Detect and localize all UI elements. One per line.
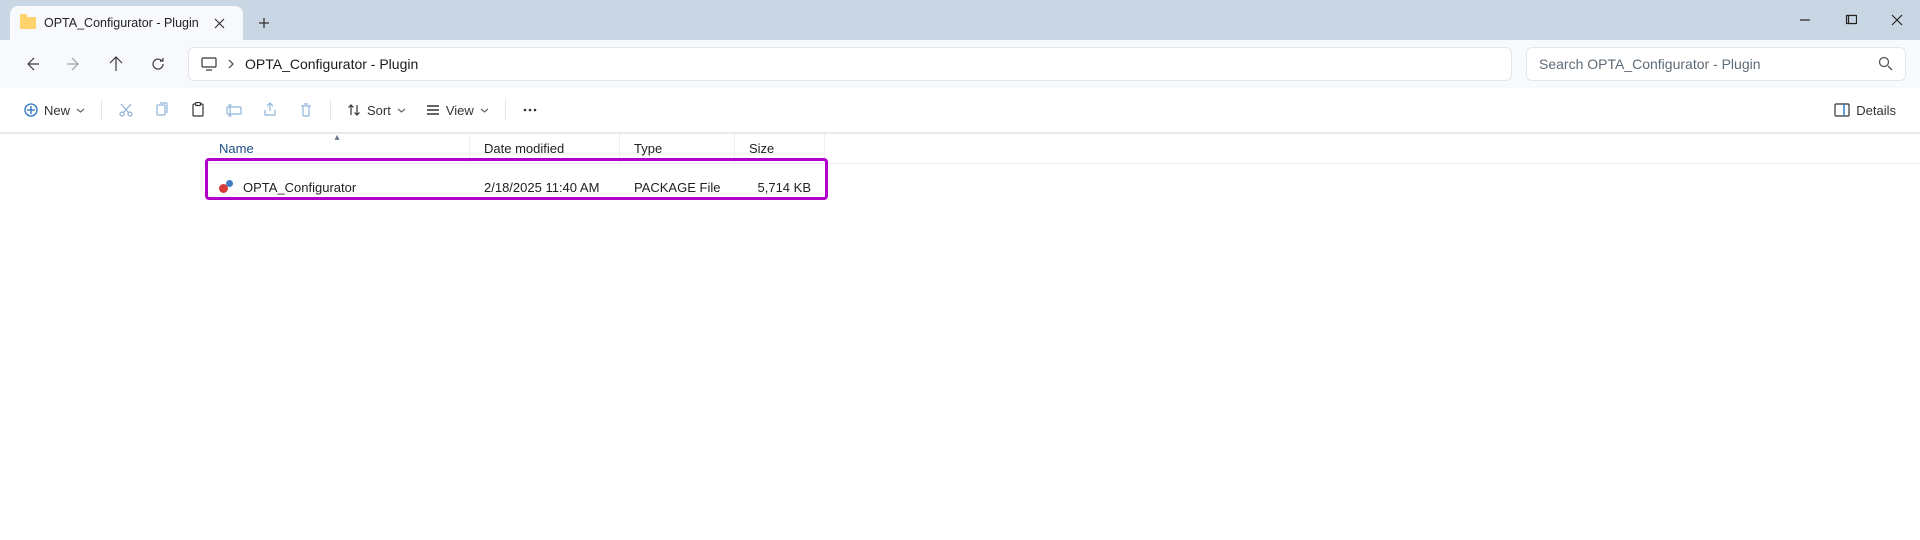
new-label: New [44, 103, 70, 118]
tab-current[interactable]: OPTA_Configurator - Plugin [10, 6, 243, 40]
arrow-right-icon [66, 56, 82, 72]
command-bar: New Sort View Details [0, 88, 1920, 134]
file-type: PACKAGE File [620, 180, 735, 195]
content-area: ▴ Name Date modified Type Size OPTA_Conf… [0, 134, 1920, 210]
copy-button[interactable] [144, 94, 180, 126]
view-button[interactable]: View [416, 94, 499, 126]
forward-button[interactable] [56, 46, 92, 82]
arrow-left-icon [24, 56, 40, 72]
rename-icon [226, 102, 242, 118]
file-name-cell: OPTA_Configurator [205, 179, 470, 195]
file-list: ▴ Name Date modified Type Size OPTA_Conf… [205, 134, 1920, 210]
title-bar: OPTA_Configurator - Plugin [0, 0, 1920, 40]
maximize-button[interactable] [1828, 0, 1874, 40]
chevron-right-icon [227, 59, 235, 69]
this-pc-icon [201, 57, 217, 71]
ellipsis-icon [522, 102, 538, 118]
more-button[interactable] [512, 94, 548, 126]
details-pane-button[interactable]: Details [1824, 94, 1906, 126]
share-icon [262, 102, 278, 118]
minimize-icon [1799, 14, 1811, 26]
sort-icon [347, 103, 361, 117]
close-icon [214, 18, 225, 29]
column-header-type[interactable]: Type [620, 134, 735, 163]
search-box[interactable] [1526, 47, 1906, 81]
column-header-date-label: Date modified [484, 141, 564, 156]
details-pane-icon [1834, 103, 1850, 117]
up-button[interactable] [98, 46, 134, 82]
file-size: 5,714 KB [735, 180, 825, 195]
paste-button[interactable] [180, 94, 216, 126]
column-header-date[interactable]: Date modified [470, 134, 620, 163]
plus-icon [258, 17, 270, 29]
column-header-name-label: Name [219, 141, 254, 156]
file-rows: OPTA_Configurator 2/18/2025 11:40 AMPACKA… [205, 164, 1920, 210]
back-button[interactable] [14, 46, 50, 82]
sort-label: Sort [367, 103, 391, 118]
window-controls [1782, 0, 1920, 40]
address-bar[interactable]: OPTA_Configurator - Plugin [188, 47, 1512, 81]
search-input[interactable] [1539, 56, 1878, 72]
plus-circle-icon [24, 103, 38, 117]
details-label: Details [1856, 103, 1896, 118]
share-button[interactable] [252, 94, 288, 126]
navigation-bar: OPTA_Configurator - Plugin [0, 40, 1920, 88]
column-header-type-label: Type [634, 141, 662, 156]
file-row[interactable]: OPTA_Configurator 2/18/2025 11:40 AMPACKA… [205, 172, 1920, 202]
address-path: OPTA_Configurator - Plugin [245, 56, 418, 72]
file-name: OPTA_Configurator [243, 180, 356, 195]
cut-button[interactable] [108, 94, 144, 126]
delete-button[interactable] [288, 94, 324, 126]
chevron-down-icon [397, 106, 406, 115]
new-button[interactable]: New [14, 94, 95, 126]
minimize-button[interactable] [1782, 0, 1828, 40]
column-header-size-label: Size [749, 141, 774, 156]
file-date: 2/18/2025 11:40 AM [470, 180, 620, 195]
column-header-size[interactable]: Size [735, 134, 825, 163]
arrow-up-icon [108, 56, 124, 72]
view-label: View [446, 103, 474, 118]
maximize-icon [1845, 14, 1857, 26]
sort-ascending-icon: ▴ [334, 132, 339, 143]
package-file-icon [219, 179, 235, 195]
close-window-button[interactable] [1874, 0, 1920, 40]
sort-button[interactable]: Sort [337, 94, 416, 126]
chevron-down-icon [480, 106, 489, 115]
refresh-icon [150, 56, 166, 72]
new-tab-button[interactable] [247, 6, 281, 40]
nav-pane-gutter [0, 134, 205, 210]
rename-button[interactable] [216, 94, 252, 126]
column-header-name[interactable]: ▴ Name [205, 134, 470, 163]
view-icon [426, 103, 440, 117]
cut-icon [118, 102, 134, 118]
refresh-button[interactable] [140, 46, 176, 82]
chevron-down-icon [76, 106, 85, 115]
search-icon [1878, 56, 1893, 71]
tab-close-button[interactable] [207, 10, 233, 36]
close-icon [1891, 14, 1903, 26]
trash-icon [298, 102, 314, 118]
paste-icon [190, 102, 206, 118]
column-headers: ▴ Name Date modified Type Size [205, 134, 1920, 164]
tab-title: OPTA_Configurator - Plugin [44, 16, 199, 30]
folder-icon [20, 17, 36, 29]
copy-icon [154, 102, 170, 118]
